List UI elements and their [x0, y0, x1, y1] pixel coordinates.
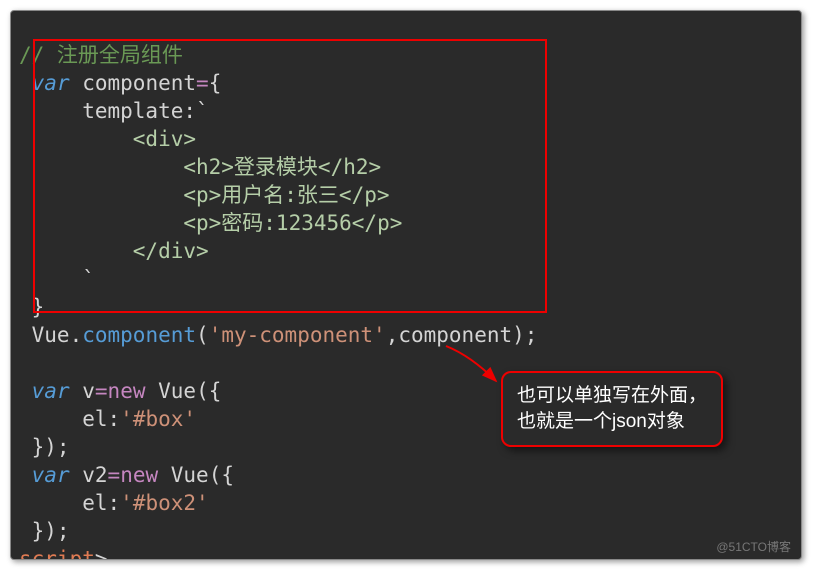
close: }); [19, 519, 70, 543]
paren: ({ [209, 463, 234, 487]
brace: } [19, 295, 44, 319]
punct: :` [183, 99, 208, 123]
keyword-var: var [32, 379, 70, 403]
callout-text: 也可以单独写在外面，也就是一个json对象 [517, 385, 707, 432]
annotation-callout: 也可以单独写在外面，也就是一个json对象 [501, 371, 723, 447]
colon: : [108, 491, 121, 515]
operator: = [196, 71, 209, 95]
brace: { [209, 71, 222, 95]
template-line: <h2>登录模块</h2> [19, 155, 381, 179]
colon: : [108, 407, 121, 431]
code-editor: // 注册全局组件 var component={ template:` <di… [10, 10, 802, 560]
identifier: component [70, 71, 196, 95]
template-line: <p>密码:123456</p> [19, 211, 402, 235]
dot: . [70, 323, 83, 347]
paren: ({ [196, 379, 221, 403]
gt: > [95, 547, 108, 560]
paren: ( [196, 323, 209, 347]
property: template [19, 99, 183, 123]
vue-id: Vue [19, 323, 70, 347]
class: Vue [158, 463, 209, 487]
property: el [19, 491, 108, 515]
property: el [19, 407, 108, 431]
string: '#box' [120, 407, 196, 431]
template-line: <div> [19, 127, 196, 151]
keyword-var: var [32, 71, 70, 95]
code-block: // 注册全局组件 var component={ template:` <di… [11, 11, 801, 560]
comment-line: // 注册全局组件 [19, 43, 183, 67]
class: Vue [145, 379, 196, 403]
close: }); [19, 435, 70, 459]
args: ,component); [386, 323, 538, 347]
template-line: </div> [19, 239, 209, 263]
watermark: @51CTO博客 [716, 538, 791, 555]
keyword-new: new [120, 463, 158, 487]
keyword-var: var [32, 463, 70, 487]
string: '#box2' [120, 491, 209, 515]
operator: = [108, 463, 121, 487]
blank-line [19, 351, 32, 375]
identifier: v [70, 379, 95, 403]
script-tag: script [19, 547, 95, 560]
method: component [82, 323, 196, 347]
operator: = [95, 379, 108, 403]
template-line: <p>用户名:张三</p> [19, 183, 390, 207]
template-end: ` [19, 267, 95, 291]
keyword-new: new [108, 379, 146, 403]
string: 'my-component' [209, 323, 386, 347]
identifier: v2 [70, 463, 108, 487]
